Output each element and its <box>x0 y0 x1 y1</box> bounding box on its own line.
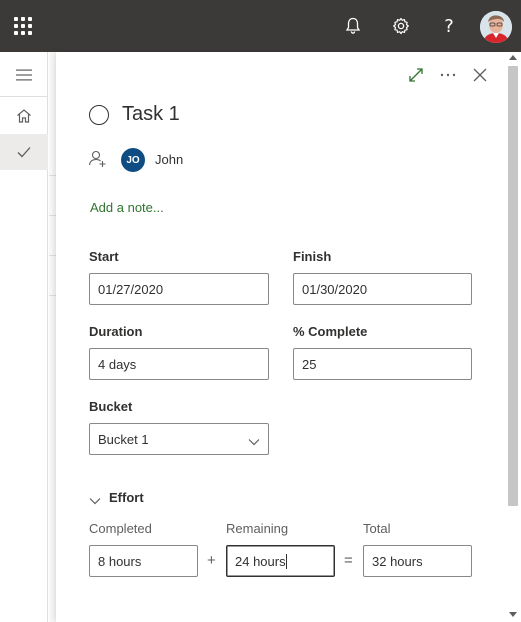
gear-icon[interactable] <box>389 14 413 38</box>
finish-label: Finish <box>293 249 332 264</box>
scroll-down-arrow[interactable] <box>509 612 517 617</box>
close-icon[interactable] <box>469 64 491 86</box>
home-icon[interactable] <box>0 98 48 134</box>
scroll-up-arrow[interactable] <box>509 55 517 60</box>
help-icon[interactable]: ? <box>437 14 461 38</box>
assignee-name: John <box>155 152 184 167</box>
finish-date-field[interactable]: 01/30/2020 <box>293 273 472 305</box>
bucket-dropdown[interactable]: Bucket 1 <box>89 423 269 455</box>
add-note-link[interactable]: Add a note... <box>90 200 164 215</box>
more-icon[interactable] <box>437 64 459 86</box>
plus-sign: + <box>207 552 216 569</box>
percent-complete-field[interactable]: 25 <box>293 348 472 380</box>
total-hours-field[interactable]: 32 hours <box>363 545 472 577</box>
avatar[interactable] <box>480 11 512 43</box>
percent-complete-label: % Complete <box>293 324 368 339</box>
left-rail <box>0 52 48 622</box>
scrollbar-thumb[interactable] <box>508 66 518 506</box>
total-label: Total <box>363 521 391 536</box>
duration-field[interactable]: 4 days <box>89 348 269 380</box>
task-title[interactable]: Task 1 <box>122 103 180 126</box>
top-bar: ? <box>0 0 521 52</box>
assignee-avatar[interactable]: JO <box>121 148 145 172</box>
rail-divider <box>0 96 48 97</box>
completed-label: Completed <box>89 521 152 536</box>
chevron-down-icon <box>248 434 260 449</box>
remaining-hours-field[interactable]: 24 hours <box>226 545 335 577</box>
duration-label: Duration <box>89 324 143 339</box>
expand-icon[interactable] <box>405 64 427 86</box>
hamburger-icon[interactable] <box>0 57 48 93</box>
remaining-hours-value: 24 hours <box>235 554 286 569</box>
text-cursor <box>285 554 287 569</box>
bell-icon[interactable] <box>341 14 365 38</box>
start-label: Start <box>89 249 119 264</box>
remaining-label: Remaining <box>226 521 289 536</box>
assign-icon[interactable] <box>88 149 108 169</box>
effort-toggle[interactable]: Effort <box>109 490 144 505</box>
complete-task-checkbox[interactable] <box>89 105 109 125</box>
chevron-down-icon[interactable] <box>89 492 101 510</box>
start-date-field[interactable]: 01/27/2020 <box>89 273 269 305</box>
checkmark-icon[interactable] <box>0 134 48 170</box>
bucket-label: Bucket <box>89 399 133 414</box>
equals-sign: = <box>344 552 353 569</box>
bucket-value: Bucket 1 <box>98 432 149 447</box>
app-launcher-icon[interactable] <box>14 17 32 35</box>
completed-hours-field[interactable]: 8 hours <box>89 545 198 577</box>
